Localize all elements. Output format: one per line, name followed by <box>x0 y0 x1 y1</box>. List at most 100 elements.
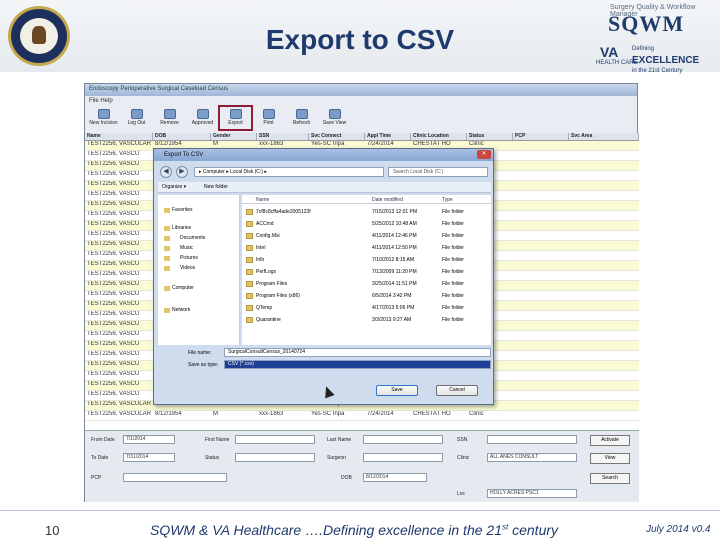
column-header[interactable]: DOB <box>153 133 211 140</box>
last-name-label: Last Name <box>327 437 352 443</box>
footer-text: SQWM & VA Healthcare ….Defining excellen… <box>150 522 558 538</box>
column-header[interactable]: Status <box>467 133 513 140</box>
folder-icon <box>246 245 253 251</box>
folder-icon <box>246 269 253 275</box>
toolbar-button-new-incision[interactable]: New Incision <box>87 106 120 130</box>
to-date-input[interactable]: 7/31/2014 <box>123 453 175 462</box>
table-cell: TEST2256, VASCU <box>87 361 140 367</box>
back-arrow-icon[interactable]: ◀ <box>160 166 172 178</box>
column-header[interactable]: PCP <box>513 133 569 140</box>
clinic-select[interactable]: ALL ANES CONSULT <box>487 453 577 462</box>
folder-icon <box>246 221 253 227</box>
table-cell: 8/12/1954 <box>155 411 182 417</box>
first-name-input[interactable] <box>235 435 315 444</box>
table-cell <box>569 251 639 260</box>
column-header[interactable]: Clinic Location <box>411 133 467 140</box>
first-name-label: First Name <box>205 437 230 443</box>
table-cell <box>513 141 569 150</box>
list-item[interactable]: 7cf8c8cffa4ade2005123f 7/15/2013 12:01 PM… <box>242 207 491 217</box>
table-cell: TEST2256, VASCU <box>87 331 140 337</box>
tree-item-favorites[interactable]: Favorites <box>172 207 193 213</box>
table-cell: TEST2256, VASCULAR <box>87 141 151 147</box>
tree-item-libraries[interactable]: Libraries <box>172 225 191 231</box>
col-date[interactable]: Date modified <box>372 197 403 203</box>
list-item[interactable]: ACCmd 5/25/2012 10:48 AM File folder <box>242 219 491 229</box>
col-type[interactable]: Type <box>442 197 453 203</box>
file-type: File folder <box>442 317 464 323</box>
app-menubar[interactable]: File Help <box>85 96 637 106</box>
list-item[interactable]: QTemp 4/17/2013 5:06 PM File folder <box>242 303 491 313</box>
table-cell <box>513 241 569 250</box>
activate-button[interactable]: Activate <box>590 435 630 446</box>
list-item[interactable]: Config.Msi 4/11/2014 12:46 PM File folder <box>242 231 491 241</box>
new-folder-button[interactable]: New folder <box>204 184 228 190</box>
from-date-input[interactable]: 7/1/2014 <box>123 435 175 444</box>
list-item[interactable]: Quarantine 3/3/2013 9:27 AM File folder <box>242 315 491 325</box>
last-name-input[interactable] <box>363 435 443 444</box>
column-header[interactable]: Appl Time <box>365 133 411 140</box>
toolbar-button-approved[interactable]: Approved <box>186 106 219 130</box>
tree-item-documents[interactable]: Documents <box>180 235 205 241</box>
column-header[interactable]: Name <box>85 133 153 140</box>
table-cell <box>513 281 569 290</box>
cancel-button[interactable]: Cancel <box>436 385 478 396</box>
toolbar-button-refresh[interactable]: Refresh <box>285 106 318 130</box>
file-name: Quarantine <box>256 317 281 323</box>
toolbar-button-log-out[interactable]: Log Out <box>120 106 153 130</box>
table-cell <box>569 161 639 170</box>
table-row[interactable]: TEST2256, VASCULAR 8/12/1954 Mxxx-1863 Yes-… <box>85 411 639 421</box>
toolbar-button-export[interactable]: Export <box>218 105 253 131</box>
status-select[interactable] <box>235 453 315 462</box>
toolbar-button-save-view[interactable]: Save View <box>318 106 351 130</box>
toolbar-label: Save View <box>322 120 347 126</box>
column-header[interactable]: Gender <box>211 133 257 140</box>
footer-text-end: century <box>508 522 559 538</box>
filename-input[interactable]: SurgicalConsultCensus_20140724 <box>224 348 491 357</box>
dialog-close-icon[interactable]: ✕ <box>477 150 491 159</box>
search-input[interactable]: Search Local Disk (C:) <box>388 167 488 177</box>
ssn-input[interactable] <box>487 435 577 444</box>
ssn-label: SSN <box>457 437 468 443</box>
list-item[interactable]: Intel 4/11/2014 12:50 PM File folder <box>242 243 491 253</box>
tree-item-network[interactable]: Network <box>172 307 190 313</box>
list-item[interactable]: Info 7/10/2012 8:15 AM File folder <box>242 255 491 265</box>
column-header[interactable]: Svc Connect <box>309 133 365 140</box>
col-name[interactable]: Name <box>256 197 269 203</box>
table-cell <box>513 221 569 230</box>
file-date: 3/3/2013 9:27 AM <box>372 317 412 323</box>
dob-input[interactable]: 8/12/2014 <box>363 473 427 482</box>
table-cell: TEST2256, VASCU <box>87 301 140 307</box>
column-header[interactable]: SSN <box>257 133 309 140</box>
location-value: HOLLY ACRES PSC1 <box>487 489 577 498</box>
footer-text-main: SQWM & VA Healthcare ….Defining excellen… <box>150 522 502 538</box>
toolbar-icon <box>196 109 209 119</box>
list-item[interactable]: PerfLogs 7/13/2009 11:20 PM File folder <box>242 267 491 277</box>
pcp-input[interactable] <box>123 473 227 482</box>
savetype-select[interactable]: CSV (*.csv) <box>224 360 491 369</box>
table-cell: CHESTAT HO <box>413 411 451 417</box>
surgeon-input[interactable] <box>363 453 443 462</box>
list-item[interactable]: Program Files 3/25/2014 11:51 PM File fold… <box>242 279 491 289</box>
view-button[interactable]: View <box>590 453 630 464</box>
column-header[interactable]: Svc Area <box>569 133 639 140</box>
logo-va: VA <box>600 44 619 60</box>
list-item[interactable]: Program Files (x86) 6/5/2014 3:42 PM File … <box>242 291 491 301</box>
tree-item-pictures[interactable]: Pictures <box>180 255 198 261</box>
tree-item-computer[interactable]: Computer <box>172 285 194 291</box>
folder-icon <box>246 293 253 299</box>
table-cell <box>569 261 639 270</box>
tree-item-videos[interactable]: Videos <box>180 265 195 271</box>
table-cell: TEST2256, VASCU <box>87 371 140 377</box>
search-button[interactable]: Search <box>590 473 630 484</box>
table-cell <box>513 151 569 160</box>
file-date: 7/15/2013 12:01 PM <box>372 209 418 215</box>
toolbar-button-remove[interactable]: Remove <box>153 106 186 130</box>
table-cell: TEST2256, VASCULAR <box>87 411 151 417</box>
toolbar-button-print[interactable]: Print <box>252 106 285 130</box>
path-breadcrumb[interactable]: ▸ Computer ▸ Local Disk (C:) ▸ <box>194 167 384 177</box>
tree-item-music[interactable]: Music <box>180 245 193 251</box>
save-button[interactable]: Save <box>376 385 418 396</box>
table-cell: Clinic <box>469 411 484 417</box>
organize-button[interactable]: Organize ▾ <box>162 184 186 190</box>
forward-arrow-icon[interactable]: ▶ <box>176 166 188 178</box>
